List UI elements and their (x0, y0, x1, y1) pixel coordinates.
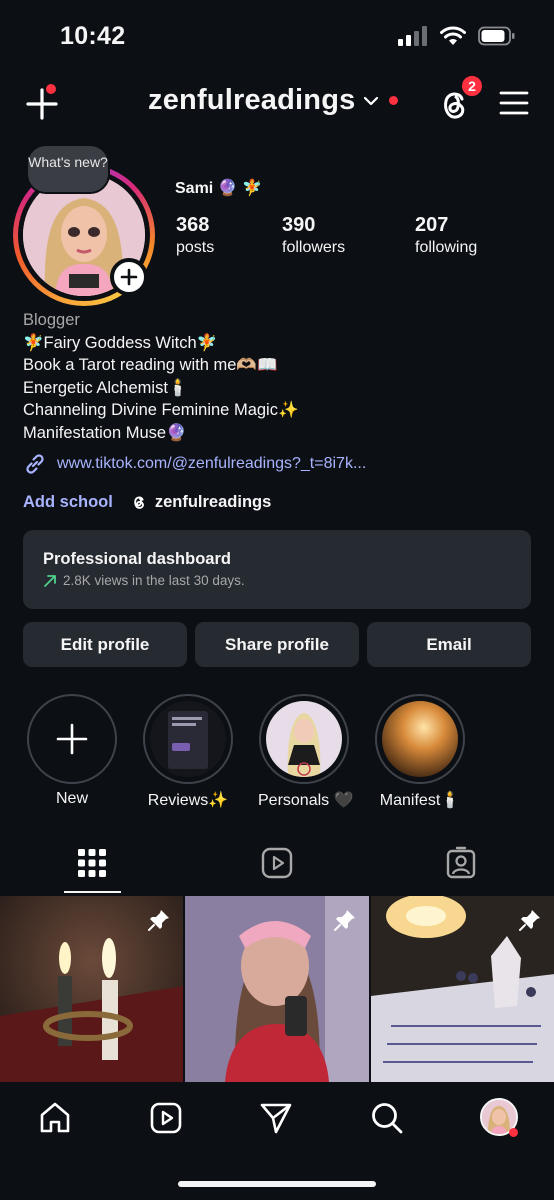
create-plus-icon[interactable] (22, 84, 62, 124)
highlight-label: Reviews✨ (147, 792, 229, 809)
status-bar: 10:42 (0, 0, 554, 70)
highlight-label: Personals 🖤 (258, 792, 354, 809)
menu-icon[interactable] (498, 88, 530, 118)
following-stat[interactable]: 207 following (415, 214, 477, 257)
highlight-cover (150, 701, 226, 777)
note-text: What's new? (28, 154, 108, 170)
highlight-label: New (55, 790, 88, 807)
followers-label: followers (282, 239, 346, 256)
dashboard-subtitle-row: 2.8K views in the last 30 days. (43, 573, 511, 588)
highlight-label: Manifest🕯️ (379, 792, 461, 809)
following-count: 207 (415, 214, 449, 236)
tagged-icon[interactable] (444, 846, 478, 880)
threads-icon (134, 496, 144, 509)
post-thumbnail[interactable] (370, 896, 554, 1082)
home-icon[interactable] (37, 1100, 73, 1136)
bio-line: Manifestation Muse🔮 (23, 423, 187, 442)
highlight-manifest[interactable]: Manifest🕯️ (374, 694, 466, 810)
highlight-reviews[interactable]: Reviews✨ (142, 694, 234, 810)
chevron-down-icon (364, 96, 379, 105)
profile-tabs (0, 840, 554, 895)
share-profile-button[interactable]: Share profile (195, 622, 359, 667)
trend-up-icon (44, 574, 56, 587)
header-username: zenfulreadings (148, 84, 356, 116)
status-icons (398, 26, 516, 46)
wifi-icon (440, 26, 466, 45)
note-bubble[interactable]: What's new? (26, 144, 110, 194)
posts-stat[interactable]: 368 posts (176, 214, 214, 257)
battery-icon (478, 26, 515, 46)
professional-dashboard[interactable]: Professional dashboard 2.8K views in the… (23, 530, 531, 609)
profile-display-name: Sami 🔮 🧚 (175, 180, 262, 197)
bio-line: Channeling Divine Feminine Magic✨ (23, 401, 299, 420)
status-time: 10:42 (60, 22, 126, 50)
dashboard-subtitle: 2.8K views in the last 30 days. (63, 573, 245, 588)
bio-link-text: www.tiktok.com/@zenfulreadings?_t=8i7k..… (57, 455, 367, 472)
threads-profile-link[interactable]: zenfulreadings (129, 492, 271, 512)
reels-icon[interactable] (260, 846, 294, 880)
bio-line: 🧚Fairy Goddess Witch🧚 (23, 333, 218, 352)
profile-notification-dot (509, 1128, 518, 1137)
create-notification-dot (46, 84, 56, 94)
highlight-cover (266, 701, 342, 777)
email-button[interactable]: Email (367, 622, 531, 667)
bio-category: Blogger (23, 311, 80, 329)
posts-label: posts (176, 239, 215, 256)
school-threads-row: Add school zenfulreadings (23, 492, 271, 512)
profile-actions: Edit profile Share profile Email (23, 622, 531, 667)
pin-icon (148, 910, 170, 931)
reels-icon[interactable] (148, 1100, 184, 1136)
profile-header: zenfulreadings 2 (0, 74, 554, 130)
pin-icon (333, 910, 355, 931)
bio-line: Book a Tarot reading with me🫶🏼📖 (23, 356, 278, 375)
profile-bio: Blogger 🧚Fairy Goddess Witch🧚 Book a Tar… (23, 309, 299, 445)
account-switcher[interactable]: zenfulreadings (148, 84, 399, 117)
search-icon[interactable] (369, 1100, 405, 1136)
bio-link[interactable]: www.tiktok.com/@zenfulreadings?_t=8i7k..… (23, 452, 366, 476)
link-icon (26, 454, 44, 474)
highlight-cover (382, 701, 458, 777)
post-thumbnail[interactable] (185, 896, 369, 1082)
plus-icon (56, 723, 88, 755)
dashboard-title: Professional dashboard (43, 550, 231, 568)
followers-count: 390 (282, 214, 316, 236)
followers-stat[interactable]: 390 followers (282, 214, 345, 257)
posts-grid (0, 896, 554, 1082)
threads-handle: zenfulreadings (154, 492, 272, 511)
threads-badge: 2 (460, 74, 484, 98)
posts-count: 368 (176, 214, 210, 236)
story-highlights: New Reviews✨ Personals 🖤 Manifest🕯️ (0, 694, 554, 814)
post-thumbnail[interactable] (0, 896, 184, 1082)
direct-messages-icon[interactable] (258, 1100, 294, 1136)
bio-line: Energetic Alchemist🕯️ (23, 378, 189, 397)
highlight-personals[interactable]: Personals 🖤 (258, 694, 354, 810)
home-indicator (178, 1181, 376, 1187)
pin-icon (518, 910, 540, 931)
cellular-signal-icon (398, 26, 427, 46)
following-label: following (415, 239, 478, 256)
grid-icon[interactable] (75, 846, 109, 880)
highlight-new[interactable]: New (26, 694, 118, 808)
add-school-button[interactable]: Add school (23, 493, 113, 512)
active-tab-indicator (64, 891, 121, 893)
add-story-button[interactable] (110, 258, 148, 296)
account-notification-dot (389, 96, 399, 105)
plus-icon (120, 268, 138, 286)
edit-profile-button[interactable]: Edit profile (23, 622, 187, 667)
